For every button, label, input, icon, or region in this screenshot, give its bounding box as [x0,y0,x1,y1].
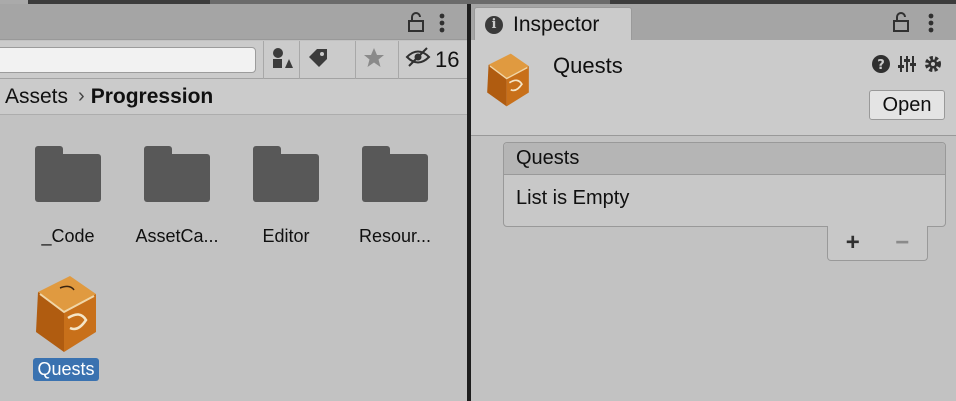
gear-icon[interactable] [923,54,943,74]
asset-item-resources[interactable]: Resour... [345,146,445,247]
remove-item-button[interactable]: − [895,229,909,257]
asset-label: AssetCa... [135,226,219,246]
hidden-packages-toggle[interactable]: 16 [398,41,468,79]
project-window: 16 Assets › Progression _Code AssetCa...… [0,4,468,401]
asset-item-quests[interactable]: Quests [16,274,116,381]
shapes-icon [270,47,294,74]
help-icon[interactable]: ? [871,54,891,74]
hidden-count-label: 16 [435,47,460,72]
asset-item-code[interactable]: _Code [18,146,118,247]
project-toolbar: 16 [0,41,468,79]
scroll-book-icon [30,274,102,354]
quests-list: Quests List is Empty [503,142,946,227]
inspector-header: Quests ? Open [471,40,956,136]
inspector-title: Quests [553,53,623,78]
info-icon: i [485,15,503,34]
more-options-icon[interactable] [926,12,936,34]
breadcrumb-assets[interactable]: Assets [0,85,68,109]
search-input[interactable] [0,47,256,73]
scroll-book-icon [483,52,533,113]
svg-text:?: ? [877,58,885,73]
eye-slash-icon [405,46,431,74]
lock-icon[interactable] [891,12,911,32]
open-button[interactable]: Open [869,90,945,120]
asset-label: Editor [262,226,310,246]
preset-sliders-icon[interactable] [897,54,917,74]
asset-label-selected: Quests [33,358,99,381]
tab-inspector[interactable]: i Inspector [474,7,632,41]
favorites-button[interactable] [355,41,391,79]
folder-icon [362,146,428,202]
header-icons: ? [871,54,943,74]
asset-item-assetcatalog[interactable]: AssetCa... [127,146,227,247]
tab-label: Inspector [513,12,600,36]
add-item-button[interactable]: + [846,229,860,257]
breadcrumb: Assets › Progression [0,79,468,115]
asset-item-editor[interactable]: Editor [236,146,336,247]
list-empty-text: List is Empty [516,187,630,209]
star-icon [363,47,385,74]
breadcrumb-progression[interactable]: Progression [91,85,214,109]
inspector-window: i Inspector Quests ? Open Quests List is… [471,4,956,401]
inspector-tabbar: i Inspector [471,4,956,41]
chevron-right-icon: › [78,85,85,107]
list-footer: + − [827,226,928,261]
list-header[interactable]: Quests [504,143,945,175]
more-options-icon[interactable] [437,12,447,34]
asset-label: Resour... [358,226,432,246]
folder-icon [144,146,210,202]
project-tabbar [0,4,468,40]
folder-icon [35,146,101,202]
search-by-type-button[interactable] [263,41,299,79]
folder-icon [253,146,319,202]
tag-icon [307,47,329,74]
asset-label: _Code [41,226,95,246]
asset-grid: _Code AssetCa... Editor Resour... Quests [0,116,468,401]
lock-icon[interactable] [406,12,426,32]
search-by-label-button[interactable] [299,41,335,79]
